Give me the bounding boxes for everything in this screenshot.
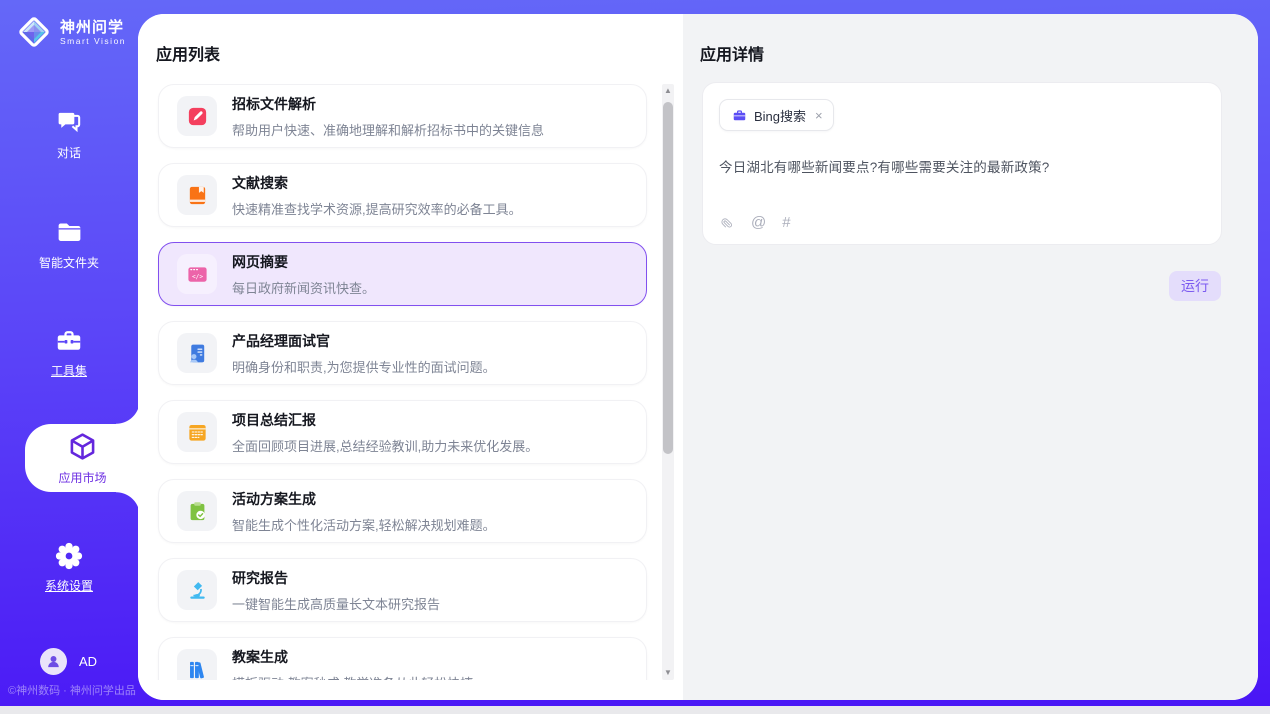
app-title: 教案生成 xyxy=(232,647,473,667)
brand-text: 神州问学 Smart Vision xyxy=(60,19,126,46)
app-title: 文献搜索 xyxy=(232,173,522,193)
app-desc: 模板驱动,教案秒成,教学准备从此轻松快捷 xyxy=(232,673,473,681)
prompt-card: Bing搜索 × 今日湖北有哪些新闻要点?有哪些需要关注的最新政策? @ # xyxy=(702,82,1222,245)
brand-name: 神州问学 xyxy=(60,19,126,36)
app-card-lesson-plan[interactable]: 教案生成 模板驱动,教案秒成,教学准备从此轻松快捷 xyxy=(158,637,647,680)
at-sign-icon[interactable]: @ xyxy=(751,215,766,231)
scroll-down-arrow[interactable]: ▼ xyxy=(662,666,674,680)
clipboard-check-icon xyxy=(186,500,209,523)
app-title: 项目总结汇报 xyxy=(232,410,538,430)
resume-icon xyxy=(186,342,209,365)
scrollbar-thumb[interactable] xyxy=(663,102,673,454)
calendar-notes-icon xyxy=(186,421,209,444)
app-desc: 快速精准查找学术资源,提高研究效率的必备工具。 xyxy=(232,199,522,218)
brand-logo: 神州问学 Smart Vision xyxy=(14,12,126,52)
app-card-event-plan[interactable]: 活动方案生成 智能生成个性化活动方案,轻松解决规划难题。 xyxy=(158,479,647,543)
gem-diamond-icon xyxy=(14,12,54,52)
browser-code-icon: </> xyxy=(186,263,209,286)
user-profile[interactable]: AD xyxy=(40,648,97,675)
app-list-title: 应用列表 xyxy=(156,41,220,65)
app-list-scroll-area[interactable]: 招标文件解析 帮助用户快速、准确地理解和解析招标书中的关键信息 文献搜索 快速精… xyxy=(138,84,683,680)
sidebar: 神州问学 Smart Vision 对话 智能文件夹 工具集 xyxy=(0,0,138,706)
chat-icon xyxy=(55,108,84,137)
app-desc: 一键智能生成高质量长文本研究报告 xyxy=(232,594,440,613)
app-desc: 明确身份和职责,为您提供专业性的面试问题。 xyxy=(232,357,496,376)
gear-icon xyxy=(54,541,84,571)
sidebar-item-settings[interactable]: 系统设置 xyxy=(0,541,138,594)
sidebar-item-toolset[interactable]: 工具集 xyxy=(0,326,138,379)
scroll-up-arrow[interactable]: ▲ xyxy=(662,84,674,98)
content-sheet: 应用列表 招标文件解析 帮助用户快速、准确地理解和解析招标书中的关键信息 xyxy=(138,14,1258,700)
app-title: 活动方案生成 xyxy=(232,489,496,509)
app-card-literature-search[interactable]: 文献搜索 快速精准查找学术资源,提高研究效率的必备工具。 xyxy=(158,163,647,227)
app-card-project-summary[interactable]: 项目总结汇报 全面回顾项目进展,总结经验教训,助力未来优化发展。 xyxy=(158,400,647,464)
sidebar-item-label: 对话 xyxy=(0,144,138,161)
svg-text:</>: </> xyxy=(191,273,202,280)
app-title: 招标文件解析 xyxy=(232,94,544,114)
app-card-bid-parsing[interactable]: 招标文件解析 帮助用户快速、准确地理解和解析招标书中的关键信息 xyxy=(158,84,647,148)
tab-curve-top xyxy=(116,400,140,424)
folder-icon xyxy=(55,218,84,247)
app-detail-panel: 应用详情 Bing搜索 × 今日湖北有哪些新闻要点?有哪些需要关注的最新政策? … xyxy=(683,14,1258,700)
tool-tag-bing-search[interactable]: Bing搜索 × xyxy=(719,99,834,131)
microscope-icon xyxy=(186,579,209,602)
scrollbar[interactable]: ▲ ▼ xyxy=(662,84,674,680)
books-icon xyxy=(186,658,209,681)
app-title: 产品经理面试官 xyxy=(232,331,496,351)
cube-icon xyxy=(67,431,98,462)
app-title: 网页摘要 xyxy=(232,252,375,272)
pen-square-icon xyxy=(186,105,209,128)
toolbox-icon xyxy=(54,326,84,356)
sidebar-item-label: 智能文件夹 xyxy=(0,254,138,271)
app-card-web-summary[interactable]: </> 网页摘要 每日政府新闻资讯快查。 xyxy=(158,242,647,306)
briefcase-icon xyxy=(732,108,747,123)
book-icon xyxy=(186,184,209,207)
run-button[interactable]: 运行 xyxy=(1169,271,1221,301)
brand-subtitle: Smart Vision xyxy=(60,36,126,46)
app-desc: 帮助用户快速、准确地理解和解析招标书中的关键信息 xyxy=(232,120,544,139)
tag-close-icon[interactable]: × xyxy=(815,108,823,123)
person-icon xyxy=(45,653,62,670)
attachment-toolbar: @ # xyxy=(719,214,791,231)
avatar xyxy=(40,648,67,675)
tab-curve-bottom xyxy=(116,492,140,516)
sidebar-item-label: 系统设置 xyxy=(0,577,138,594)
app-desc: 全面回顾项目进展,总结经验教训,助力未来优化发展。 xyxy=(232,436,538,455)
sidebar-item-smart-folder[interactable]: 智能文件夹 xyxy=(0,218,138,271)
tool-tag-label: Bing搜索 xyxy=(754,106,806,125)
copyright-footer: ©神州数码 · 神州问学出品 xyxy=(8,682,136,698)
sidebar-item-app-market[interactable]: 应用市场 xyxy=(25,424,140,492)
app-desc: 智能生成个性化活动方案,轻松解决规划难题。 xyxy=(232,515,496,534)
query-text[interactable]: 今日湖北有哪些新闻要点?有哪些需要关注的最新政策? xyxy=(719,156,1205,176)
sidebar-item-chat[interactable]: 对话 xyxy=(0,108,138,161)
app-detail-title: 应用详情 xyxy=(700,41,764,65)
sidebar-item-label: 应用市场 xyxy=(25,469,140,486)
app-title: 研究报告 xyxy=(232,568,440,588)
hash-icon[interactable]: # xyxy=(782,215,790,231)
app-list-panel: 应用列表 招标文件解析 帮助用户快速、准确地理解和解析招标书中的关键信息 xyxy=(138,14,683,700)
app-card-research-report[interactable]: 研究报告 一键智能生成高质量长文本研究报告 xyxy=(158,558,647,622)
app-card-pm-interviewer[interactable]: 产品经理面试官 明确身份和职责,为您提供专业性的面试问题。 xyxy=(158,321,647,385)
sidebar-item-label: 工具集 xyxy=(0,362,138,379)
app-desc: 每日政府新闻资讯快查。 xyxy=(232,278,375,297)
paperclip-icon[interactable] xyxy=(719,214,735,231)
user-initials: AD xyxy=(79,654,97,669)
